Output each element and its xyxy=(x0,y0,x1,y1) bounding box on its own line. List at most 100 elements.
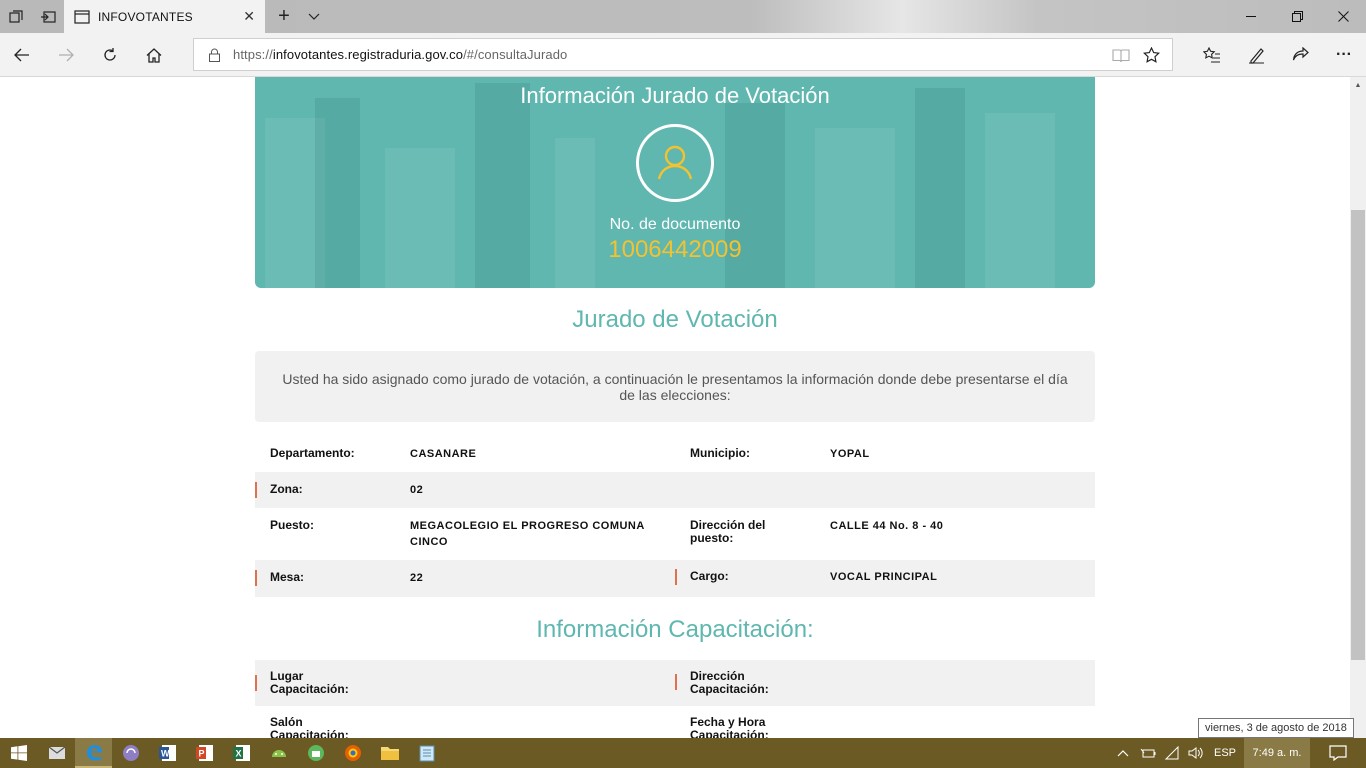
svg-text:W: W xyxy=(161,749,170,759)
row-marker xyxy=(675,674,677,690)
scroll-thumb[interactable] xyxy=(1351,210,1365,660)
title-bar: INFOVOTANTES ✕ + xyxy=(0,0,1366,33)
back-button[interactable] xyxy=(0,33,44,77)
svg-text:X: X xyxy=(235,749,241,759)
volume-icon[interactable] xyxy=(1184,738,1208,768)
document-label: No. de documento xyxy=(609,216,741,233)
minimize-button[interactable] xyxy=(1228,0,1274,33)
browser-tab-active[interactable]: INFOVOTANTES ✕ xyxy=(64,0,265,33)
taskbar-store-app[interactable] xyxy=(297,738,334,768)
vertical-scrollbar[interactable]: ▲ xyxy=(1350,77,1366,738)
bg-building xyxy=(815,128,895,288)
info-row-lugar-capacitacion: Lugar Capacitación: Dirección Capacitaci… xyxy=(255,660,1095,706)
close-window-button[interactable] xyxy=(1320,0,1366,33)
user-icon xyxy=(657,145,693,180)
fecha-capacitacion-label: Fecha y Hora Capacitación: xyxy=(690,715,769,739)
tab-preview-icon xyxy=(9,9,23,23)
row-marker xyxy=(675,569,677,585)
taskbar-powerpoint-app[interactable]: P xyxy=(186,738,223,768)
direccion-puesto-label: Dirección del puesto: xyxy=(690,518,766,545)
taskbar-notepad-app[interactable] xyxy=(408,738,445,768)
set-aside-tabs-button[interactable] xyxy=(32,0,64,33)
page-icon xyxy=(74,9,90,24)
info-row-puesto: Puesto: MEGACOLEGIO EL PROGRESO COMUNA C… xyxy=(255,508,1095,560)
document-number: 1006442009 xyxy=(608,236,742,263)
lock-icon[interactable] xyxy=(207,47,221,63)
set-aside-icon xyxy=(41,10,56,23)
taskbar-excel-app[interactable]: X xyxy=(223,738,260,768)
taskbar-media-app[interactable] xyxy=(112,738,149,768)
favorites-list-icon xyxy=(1203,47,1220,63)
excel-icon: X xyxy=(232,745,250,761)
forward-button[interactable] xyxy=(44,33,88,77)
wifi-icon[interactable] xyxy=(1160,738,1184,768)
user-avatar xyxy=(636,124,714,202)
taskbar-android-app[interactable] xyxy=(260,738,297,768)
more-options-button[interactable]: ··· xyxy=(1322,33,1366,77)
info-row-zona: Zona: 02 xyxy=(255,472,1095,508)
departamento-value: CASANARE xyxy=(410,448,477,460)
taskbar-word-app[interactable]: W xyxy=(149,738,186,768)
hero-banner: Información Jurado de Votación No. de do… xyxy=(255,77,1095,288)
notification-icon xyxy=(1329,745,1347,761)
departamento-label: Departamento: xyxy=(270,446,355,460)
address-bar[interactable]: https://infovotantes.registraduria.gov.c… xyxy=(193,38,1173,71)
home-icon xyxy=(146,47,162,63)
zona-value: 02 xyxy=(410,484,424,496)
web-note-button[interactable] xyxy=(1234,33,1278,77)
start-button[interactable] xyxy=(0,738,37,768)
action-center-button[interactable] xyxy=(1318,738,1358,768)
home-button[interactable] xyxy=(132,33,176,77)
media-player-icon xyxy=(122,745,139,761)
capacitacion-section-title: Información Capacitación: xyxy=(536,616,814,643)
scroll-up-arrow-icon[interactable]: ▲ xyxy=(1350,77,1366,93)
salon-capacitacion-label: Salón Capacitación: xyxy=(270,715,349,739)
municipio-value: YOPAL xyxy=(830,448,870,460)
battery-icon[interactable] xyxy=(1136,738,1160,768)
refresh-icon xyxy=(104,48,116,61)
windows-logo-icon xyxy=(10,745,27,761)
hero-title: Información Jurado de Votación xyxy=(520,83,830,108)
show-hidden-icons-chevron-icon[interactable] xyxy=(1110,738,1136,768)
reading-view-icon[interactable] xyxy=(1111,46,1131,64)
direccion-puesto-value: CALLE 44 No. 8 - 40 xyxy=(830,520,944,532)
bg-building xyxy=(555,138,595,288)
edge-icon xyxy=(86,745,102,761)
page-content: Información Jurado de Votación No. de do… xyxy=(0,77,1350,738)
navigation-bar: https://infovotantes.registraduria.gov.c… xyxy=(0,33,1366,77)
mail-icon xyxy=(48,746,65,759)
share-button[interactable] xyxy=(1278,33,1322,77)
info-row-mesa: Mesa: 22 Cargo: VOCAL PRINCIPAL xyxy=(255,560,1095,597)
input-language-indicator[interactable]: ESP xyxy=(1208,738,1242,768)
new-tab-button[interactable]: + xyxy=(268,0,300,33)
cargo-label: Cargo: xyxy=(690,569,729,583)
row-marker xyxy=(255,482,257,498)
taskbar-edge-app[interactable] xyxy=(75,738,112,768)
android-icon xyxy=(271,750,286,757)
powerpoint-icon: P xyxy=(195,745,213,761)
refresh-button[interactable] xyxy=(88,33,132,77)
row-marker xyxy=(255,570,257,586)
municipio-label: Municipio: xyxy=(690,446,750,460)
back-arrow-icon xyxy=(14,48,29,62)
taskbar-firefox-app[interactable] xyxy=(334,738,371,768)
info-row-departamento: Departamento: CASANARE Municipio: YOPAL xyxy=(255,436,1095,472)
clock-time[interactable]: 7:49 a. m. xyxy=(1244,738,1310,768)
row-marker xyxy=(255,675,257,691)
tab-preview-button[interactable] xyxy=(0,0,32,33)
assignment-notice: Usted ha sido asignado como jurado de vo… xyxy=(255,351,1095,422)
restore-button[interactable] xyxy=(1274,0,1320,33)
lugar-capacitacion-label: Lugar Capacitación: xyxy=(270,669,349,696)
puesto-value: MEGACOLEGIO EL PROGRESO COMUNA CINCO xyxy=(410,520,645,548)
favorites-hub-button[interactable] xyxy=(1190,33,1234,77)
tab-list-chevron-icon[interactable] xyxy=(298,0,330,33)
favorite-star-icon[interactable] xyxy=(1141,46,1161,64)
jurado-section-title: Jurado de Votación xyxy=(572,306,778,333)
cargo-value: VOCAL PRINCIPAL xyxy=(830,571,938,583)
taskbar-mail-app[interactable] xyxy=(38,738,75,768)
taskbar-file-explorer[interactable] xyxy=(371,738,408,768)
green-app-icon xyxy=(307,745,324,761)
mesa-label: Mesa: xyxy=(270,570,305,584)
close-tab-icon[interactable]: ✕ xyxy=(243,8,255,25)
info-row-salon-capacitacion: Salón Capacitación: Fecha y Hora Capacit… xyxy=(255,706,1095,739)
